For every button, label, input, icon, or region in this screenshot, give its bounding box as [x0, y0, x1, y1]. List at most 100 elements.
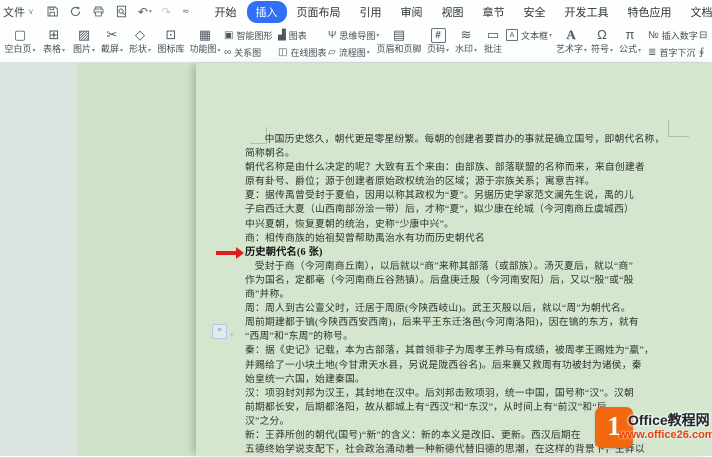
dropdown-icon: ▾ — [62, 48, 65, 54]
file-menu-label: 文件 — [3, 4, 25, 20]
doc-line: 汉：项羽封刘邦为汉王，其封地在汉中。后刘邦击败项羽，统一中国，国号称“汉”。汉朝 — [245, 387, 653, 401]
ribbon-label: 批注 — [480, 44, 506, 55]
flowchart-icon: ▱ — [328, 47, 336, 58]
doc-line: 新：王莽所创的朝代(国号)“新”的含义：新的本义是改旧、更新。西汉后期在 — [245, 429, 653, 443]
ribbon-symbol-button[interactable]: Ω符号▾ — [588, 26, 616, 57]
online-chart-icon: ◫ — [278, 47, 287, 58]
tab-doc-assistant[interactable]: 文档助手 — [682, 1, 712, 23]
ribbon-label: 图片▾ — [70, 44, 98, 57]
dropdown-icon: ▾ — [218, 48, 221, 54]
title-bar: 文件 ∨ ↶▾ ↷ ≂ 开始插入页面布局引用审阅视图章节安全开发工具特色应用文档… — [0, 0, 712, 23]
chart-icon: ▟ — [278, 30, 286, 41]
ribbon-label: 图标库 — [156, 44, 186, 55]
customize-toolbar-icon[interactable]: ≂ — [182, 6, 190, 17]
ribbon-flowchart-button[interactable]: ▱流程图▾ — [328, 45, 370, 59]
tab-review[interactable]: 审阅 — [392, 1, 432, 23]
tab-section[interactable]: 章节 — [474, 1, 514, 23]
ribbon-mindmap-button[interactable]: Ψ思维导图▾ — [328, 28, 379, 42]
ribbon-icon-library-button[interactable]: ⊡图标库 — [156, 26, 186, 55]
ribbon-page-number-button[interactable]: #页码▾ — [424, 26, 452, 57]
doc-line: 商：相传商族的始祖契曾帮助禹治水有功而历史朝代名 — [245, 232, 653, 246]
ribbon-screenshot-button[interactable]: ✂截屏▾ — [98, 26, 126, 57]
print-preview-icon[interactable] — [115, 5, 129, 19]
blank-page-icon: ▢ — [2, 26, 38, 43]
print-icon[interactable] — [92, 5, 106, 19]
undo-dropdown-icon[interactable]: ▾ — [149, 8, 152, 15]
tab-home[interactable]: 开始 — [206, 1, 246, 23]
ribbon-attachment-button[interactable]: ∮ — [699, 45, 707, 59]
mindmap-icon: Ψ — [328, 30, 336, 41]
doc-line: 秦：据《史记》记载，本为古部落，其首领非子为周孝王养马有成绩，被周孝王赐姓为“嬴… — [245, 344, 653, 358]
redo-button[interactable]: ↷ — [161, 5, 171, 19]
ribbon: ▢空白页▾⊞表格▾▨图片▾✂截屏▾◇形状▾⊡图标库▦功能图▾ ▤页眉和页脚#页码▾… — [0, 23, 712, 63]
page-margin-mark-right — [668, 120, 689, 137]
ribbon-online-chart-button[interactable]: ◫在线图表 — [278, 45, 326, 59]
doc-line: 周前期建都于镐(今陕西西安西南)，后来平王东迁洛邑(今河南洛阳)，因在镐的东方，… — [245, 316, 653, 330]
paste-options-button[interactable]: ≡▾ — [212, 324, 227, 339]
drop-cap-icon: ≣ — [648, 47, 656, 58]
ribbon-label: 功能图▾ — [188, 44, 222, 57]
shapes-icon: ◇ — [126, 26, 154, 43]
ribbon-label: 空白页▾ — [2, 44, 38, 57]
paste-options-dropdown-icon: ▾ — [230, 329, 233, 341]
tab-special-apps[interactable]: 特色应用 — [619, 1, 681, 23]
ribbon-wordart-button[interactable]: A艺术字▾ — [556, 26, 586, 57]
ribbon-relation-diagram-button[interactable]: ∞关系图 — [224, 45, 261, 59]
ribbon-insert-number-button[interactable]: №插入数字 — [648, 28, 698, 42]
save-icon[interactable] — [46, 5, 60, 19]
ribbon-watermark-button[interactable]: ≋水印▾ — [452, 26, 480, 57]
attachment-icon: ∮ — [699, 47, 704, 58]
dropdown-icon: ▾ — [92, 48, 95, 54]
ribbon-header-footer-button[interactable]: ▤页眉和页脚 — [374, 26, 424, 55]
ribbon-object-button[interactable]: ⊟ — [699, 28, 710, 42]
ribbon-text-box-button[interactable]: A文本框▾ — [506, 28, 552, 42]
workspace: 中国历史悠久，朝代更是零星纷繁。每朝的创建者要首办的事就是确立国号，即朝代名称，… — [0, 63, 712, 456]
ribbon-picture-button[interactable]: ▨图片▾ — [70, 26, 98, 57]
wordart-icon: A — [556, 26, 586, 43]
tab-page-layout[interactable]: 页面布局 — [288, 1, 350, 23]
tab-security[interactable]: 安全 — [515, 1, 555, 23]
tab-references[interactable]: 引用 — [351, 1, 391, 23]
tab-dev-tools[interactable]: 开发工具 — [556, 1, 618, 23]
page-number-icon: # — [431, 28, 446, 43]
ribbon-label: 符号▾ — [588, 44, 616, 57]
ribbon-comment-button[interactable]: ▭批注 — [480, 26, 506, 55]
insert-number-icon: № — [648, 30, 659, 41]
ribbon-blank-page-button[interactable]: ▢空白页▾ — [2, 26, 38, 57]
function-diagram-icon: ▦ — [188, 26, 222, 43]
doc-line: 汉”之分。 — [245, 415, 653, 429]
header-footer-icon: ▤ — [374, 26, 424, 43]
doc-line: 商”并称。 — [245, 288, 653, 302]
ribbon-table-button[interactable]: ⊞表格▾ — [40, 26, 68, 57]
undo-button[interactable]: ↶▾ — [138, 5, 152, 19]
symbol-icon: Ω — [588, 26, 616, 43]
ribbon-formula-button[interactable]: π公式▾ — [616, 26, 644, 57]
watermark-icon: ≋ — [452, 26, 480, 43]
doc-line: 夏：据传禹曾受封于夏伯，因用以称其政权为“夏”。另据历史学家范文澜先生说，禹的儿 — [245, 189, 653, 203]
relation-diagram-icon: ∞ — [224, 47, 231, 58]
doc-line: 原有卦号、爵位；源于创建者原始政权统治的区域；源于宗族关系；寓意吉祥。 — [245, 175, 653, 189]
dropdown-icon: ▾ — [638, 48, 641, 54]
ribbon-label: 流程图 — [339, 46, 366, 59]
doc-line: 朝代名称是由什么决定的呢？大致有五个来由：由部族、部落联盟的名称而来，来自创建者 — [245, 161, 653, 175]
dropdown-icon: ▾ — [367, 49, 370, 56]
ribbon-drop-cap-button[interactable]: ≣首字下沉 — [648, 45, 695, 59]
tab-insert[interactable]: 插入 — [247, 1, 287, 23]
ribbon-label: 图表 — [289, 29, 307, 42]
ribbon-label: 公式▾ — [616, 44, 644, 57]
chevron-down-icon: ∨ — [28, 7, 34, 16]
ribbon-shapes-button[interactable]: ◇形状▾ — [126, 26, 154, 57]
ribbon-smartart-button[interactable]: ▣智能图形 — [224, 28, 272, 42]
office26-logo-url: www.office26.com — [619, 429, 712, 441]
doc-heading-line: 历史朝代名(6 张) — [245, 246, 653, 260]
ribbon-label: 页眉和页脚 — [374, 44, 424, 55]
smartart-icon: ▣ — [224, 30, 233, 41]
ribbon-chart-button[interactable]: ▟图表 — [278, 28, 307, 42]
doc-line: 中国历史悠久，朝代更是零星纷繁。每朝的创建者要首办的事就是确立国号，即朝代名称， — [245, 133, 653, 147]
ribbon-label: 形状▾ — [126, 44, 154, 57]
tab-view[interactable]: 视图 — [433, 1, 473, 23]
ribbon-function-diagram-button[interactable]: ▦功能图▾ — [188, 26, 222, 57]
export-icon[interactable] — [69, 5, 83, 19]
file-menu[interactable]: 文件 ∨ — [3, 4, 34, 20]
ribbon-label: 关系图 — [234, 46, 261, 59]
